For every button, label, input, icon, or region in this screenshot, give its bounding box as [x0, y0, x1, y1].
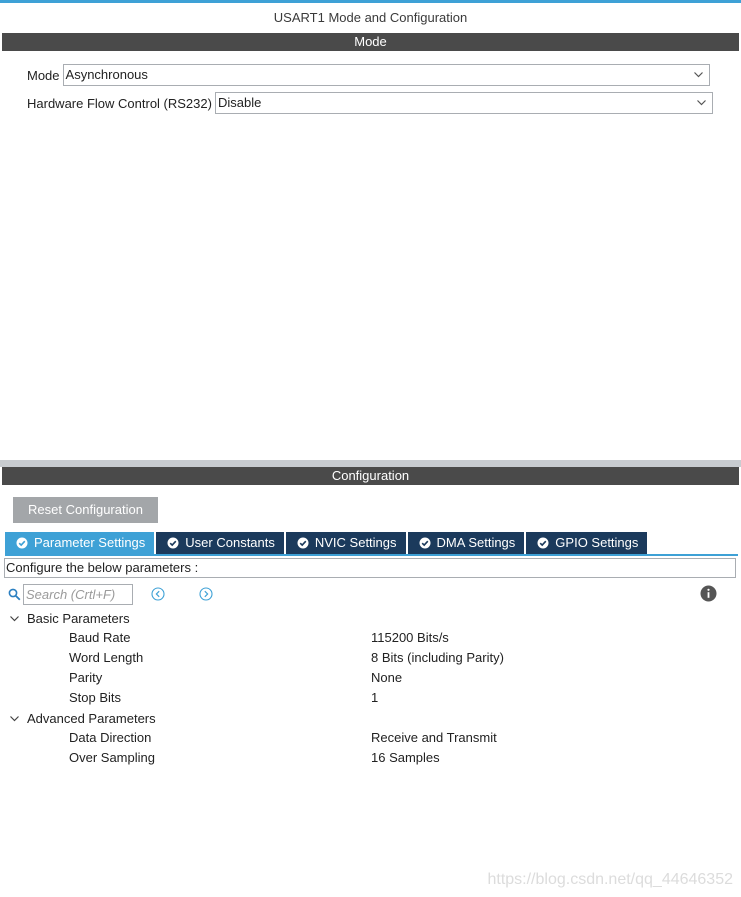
mode-select[interactable]: Asynchronous — [62, 64, 710, 86]
param-value[interactable]: Receive and Transmit — [371, 730, 497, 745]
hardware-flow-control-field: Hardware Flow Control (RS232) Disable — [27, 92, 713, 114]
configure-hint: Configure the below parameters : — [4, 558, 736, 578]
configuration-section-header: Configuration — [2, 467, 739, 485]
tab-label: NVIC Settings — [314, 535, 397, 550]
caret-down-icon — [10, 715, 19, 721]
mode-field: Mode Asynchronous — [27, 64, 710, 86]
group-label: Advanced Parameters — [27, 710, 156, 726]
caret-down-icon — [10, 615, 19, 621]
param-data-direction[interactable]: Data Direction Receive and Transmit — [0, 728, 741, 748]
hardware-flow-control-value: Disable — [217, 95, 262, 110]
arrow-left-circle-icon[interactable] — [151, 587, 165, 601]
tab-label: DMA Settings — [436, 535, 516, 550]
chevron-down-icon — [693, 72, 703, 78]
param-value[interactable]: 1 — [371, 690, 378, 705]
tab-parameter-settings[interactable]: Parameter Settings — [5, 532, 157, 554]
arrow-right-circle-icon[interactable] — [199, 587, 213, 601]
config-tabs: Parameter Settings User Constants NVIC S… — [5, 532, 650, 554]
param-name: Stop Bits — [69, 690, 122, 705]
chevron-down-icon — [697, 100, 706, 106]
mode-section-header: Mode — [2, 33, 739, 51]
hardware-flow-control-select[interactable]: Disable — [214, 92, 713, 114]
window-title: USART1 Mode and Configuration — [273, 10, 468, 25]
tab-nvic-settings[interactable]: NVIC Settings — [285, 532, 408, 554]
watermark: https://blog.csdn.net/qq_44646352 — [487, 871, 733, 888]
info-icon[interactable] — [700, 585, 717, 602]
search-bar — [8, 583, 133, 605]
mode-label: Mode — [27, 67, 60, 83]
check-circle-icon — [537, 537, 549, 549]
tab-gpio-settings[interactable]: GPIO Settings — [526, 532, 650, 554]
mode-select-value: Asynchronous — [65, 67, 148, 82]
param-stop-bits[interactable]: Stop Bits 1 — [0, 688, 741, 708]
param-parity[interactable]: Parity None — [0, 668, 741, 688]
advanced-parameters-group[interactable]: Advanced Parameters — [9, 708, 156, 728]
param-over-sampling[interactable]: Over Sampling 16 Samples — [0, 748, 741, 768]
search-icon — [8, 588, 21, 600]
param-value[interactable]: None — [371, 670, 402, 685]
panel-splitter[interactable] — [0, 460, 741, 467]
param-name: Data Direction — [69, 730, 152, 745]
check-circle-icon — [167, 537, 179, 549]
param-word-length[interactable]: Word Length 8 Bits (including Parity) — [0, 648, 741, 668]
param-baud-rate[interactable]: Baud Rate 115200 Bits/s — [0, 628, 741, 648]
check-circle-icon — [16, 537, 28, 549]
tab-underline — [5, 554, 738, 556]
mode-panel: USART1 Mode and Configuration Mode Mode … — [0, 0, 741, 460]
param-name: Over Sampling — [69, 750, 155, 765]
check-circle-icon — [297, 537, 309, 549]
check-circle-icon — [419, 537, 431, 549]
param-value[interactable]: 16 Samples — [371, 750, 440, 765]
param-name: Word Length — [69, 650, 144, 665]
group-label: Basic Parameters — [27, 610, 130, 626]
tab-dma-settings[interactable]: DMA Settings — [407, 532, 527, 554]
reset-configuration-button[interactable]: Reset Configuration — [13, 497, 158, 523]
param-name: Baud Rate — [69, 630, 131, 645]
param-value[interactable]: 115200 Bits/s — [371, 630, 449, 645]
configuration-panel: Configuration Reset Configuration Parame… — [0, 467, 741, 897]
tab-label: Parameter Settings — [34, 535, 146, 550]
tab-label: GPIO Settings — [555, 535, 639, 550]
param-name: Parity — [69, 670, 103, 685]
basic-parameters-group[interactable]: Basic Parameters — [9, 608, 130, 628]
param-value[interactable]: 8 Bits (including Parity) — [371, 650, 504, 665]
search-input[interactable] — [23, 583, 133, 605]
tab-label: User Constants — [185, 535, 275, 550]
hardware-flow-control-label: Hardware Flow Control (RS232) — [27, 95, 212, 111]
tab-user-constants[interactable]: User Constants — [156, 532, 286, 554]
